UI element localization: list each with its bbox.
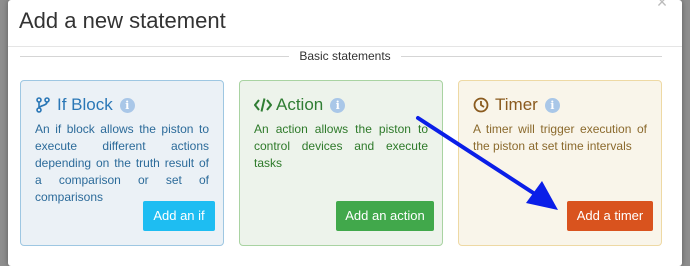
timer-card: Timer i A timer will trigger execution o… bbox=[458, 80, 662, 246]
code-icon bbox=[253, 97, 273, 113]
header-divider bbox=[8, 46, 682, 47]
add-timer-button[interactable]: Add a timer bbox=[567, 201, 653, 231]
action-header: Action i bbox=[253, 95, 346, 115]
timer-header: Timer i bbox=[473, 95, 560, 115]
if-block-header: If Block i bbox=[35, 95, 135, 115]
action-title: Action bbox=[276, 95, 324, 114]
info-icon[interactable]: i bbox=[544, 97, 560, 113]
close-icon[interactable]: × bbox=[654, 0, 670, 11]
action-description: An action allows the piston to control d… bbox=[254, 122, 428, 170]
if-block-title: If Block bbox=[57, 95, 113, 114]
if-block-card: If Block i An if block allows the piston… bbox=[20, 80, 224, 246]
add-action-button[interactable]: Add an action bbox=[336, 201, 434, 231]
add-statement-dialog: Add a new statement × Basic statements I… bbox=[8, 0, 682, 266]
add-if-button[interactable]: Add an if bbox=[143, 201, 215, 231]
section-label: Basic statements bbox=[8, 49, 682, 63]
timer-description: A timer will trigger execution of the pi… bbox=[473, 122, 647, 153]
timer-title: Timer bbox=[495, 95, 538, 114]
info-icon[interactable]: i bbox=[119, 97, 135, 113]
clock-icon bbox=[473, 97, 489, 113]
info-icon[interactable]: i bbox=[330, 97, 346, 113]
code-fork-icon bbox=[35, 97, 51, 113]
dialog-title: Add a new statement bbox=[19, 8, 226, 33]
if-block-description: An if block allows the piston to execute… bbox=[35, 122, 209, 204]
action-card: Action i An action allows the piston to … bbox=[239, 80, 443, 246]
